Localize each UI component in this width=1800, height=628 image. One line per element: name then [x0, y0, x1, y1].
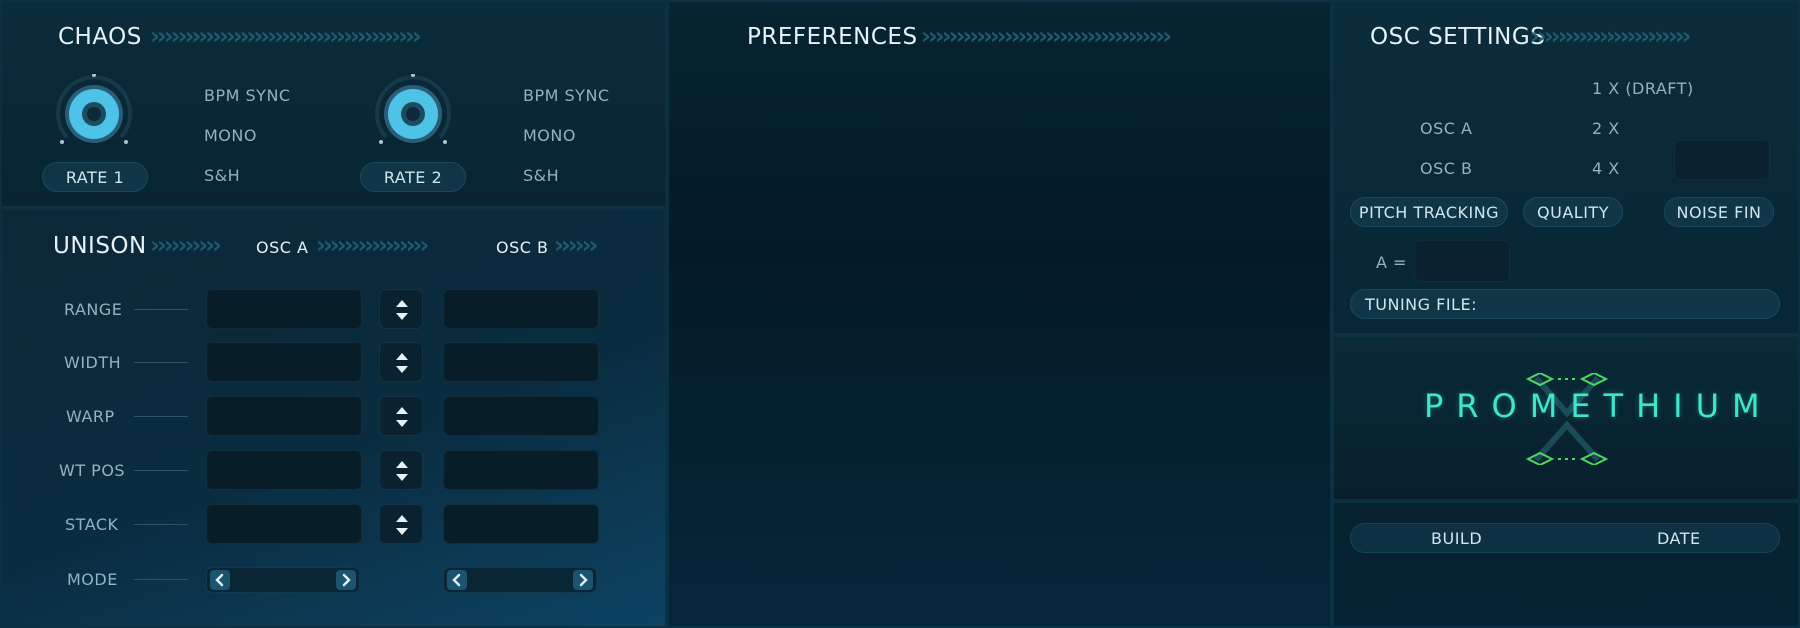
wt-pos-link-stepper[interactable] [379, 450, 423, 490]
row-divider [134, 524, 188, 525]
pitch-tracking-button[interactable]: PITCH TRACKING [1350, 197, 1508, 227]
wt-pos-osc-b-field[interactable] [443, 450, 599, 490]
quality-1x-option[interactable]: 1 X (DRAFT) [1592, 79, 1694, 98]
mode-osc-a-prev-button[interactable] [210, 570, 230, 590]
row-divider [134, 470, 188, 471]
wt-pos-label: WT POS [59, 461, 126, 480]
mode-osc-a-next-button[interactable] [336, 570, 356, 590]
range-label: RANGE [64, 300, 123, 319]
unison-osc-a-label: OSC A [256, 238, 309, 257]
osc-settings-title: OSC SETTINGS [1370, 24, 1546, 50]
unison-chevron-decoration-3: ›››››› [554, 231, 598, 259]
date-label: DATE [1657, 528, 1701, 548]
build-label: BUILD [1431, 528, 1483, 548]
prometheum-logo-text: PROMETHIUM [1424, 387, 1773, 425]
noise-fin-button[interactable]: NOISE FIN [1664, 197, 1774, 227]
logo-panel: PROMETHIUM [1332, 335, 1800, 501]
rate2-mono-toggle[interactable]: MONO [523, 126, 576, 145]
up-down-arrows-icon [396, 353, 408, 373]
range-link-stepper[interactable] [379, 289, 423, 329]
osc-settings-panel: OSC SETTINGS ››››››››››››››››››››››› 1 X… [1332, 0, 1800, 335]
row-divider [134, 416, 188, 417]
osc-b-label: OSC B [1420, 159, 1473, 178]
warp-osc-b-field[interactable] [443, 396, 599, 436]
preferences-chevron-decoration: ›››››››››››››››››››››››››››››››››››› [921, 22, 1172, 50]
rate2-bpm-sync-toggle[interactable]: BPM SYNC [523, 86, 610, 105]
warp-link-stepper[interactable] [379, 396, 423, 436]
preferences-panel: PREFERENCES ››››››››››››››››››››››››››››… [667, 0, 1332, 628]
quality-2x-option[interactable]: 2 X [1592, 119, 1620, 138]
osc-a-label: OSC A [1420, 119, 1473, 138]
wt-pos-osc-a-field[interactable] [206, 450, 362, 490]
unison-panel: UNISON ›››››››››› OSC A ››››››››››››››››… [0, 208, 667, 628]
rate1-bpm-sync-toggle[interactable]: BPM SYNC [204, 86, 291, 105]
row-divider [134, 362, 188, 363]
stack-label: STACK [65, 515, 119, 534]
mode-osc-a-selector[interactable] [206, 567, 360, 593]
width-osc-b-field[interactable] [443, 342, 599, 382]
a-tuning-label: A = [1376, 253, 1407, 272]
rate1-button[interactable]: RATE 1 [42, 162, 148, 192]
width-link-stepper[interactable] [379, 342, 423, 382]
range-osc-b-field[interactable] [443, 289, 599, 329]
stack-osc-b-field[interactable] [443, 504, 599, 544]
rate2-button[interactable]: RATE 2 [360, 162, 466, 192]
chevron-right-icon [342, 573, 351, 587]
width-osc-a-field[interactable] [206, 342, 362, 382]
mode-label: MODE [67, 570, 118, 589]
width-label: WIDTH [64, 353, 122, 372]
synth-preferences-screen: CHAOS ››››››››››››››››››››››››››››››››››… [0, 0, 1800, 628]
chaos-panel: CHAOS ››››››››››››››››››››››››››››››››››… [0, 0, 667, 208]
unison-chevron-decoration: ›››››››››› [150, 231, 222, 259]
unison-chevron-decoration-2: ›››››››››››››››› [316, 231, 429, 259]
unison-title: UNISON [53, 233, 147, 259]
preferences-title: PREFERENCES [747, 24, 918, 50]
row-divider [134, 579, 188, 580]
tuning-file-button[interactable]: TUNING FILE: [1350, 289, 1780, 319]
range-osc-a-field[interactable] [206, 289, 362, 329]
build-date-bar: BUILD DATE [1350, 523, 1780, 553]
chaos-title: CHAOS [58, 24, 142, 50]
chevron-left-icon [452, 573, 461, 587]
noise-fin-field[interactable] [1674, 140, 1770, 180]
chevron-right-icon [579, 573, 588, 587]
up-down-arrows-icon [396, 515, 408, 535]
chevron-left-icon [215, 573, 224, 587]
chaos-chevron-decoration: ››››››››››››››››››››››››››››››››››››››› [150, 22, 422, 50]
mode-osc-b-selector[interactable] [443, 567, 597, 593]
build-info-panel: BUILD DATE [1332, 501, 1800, 628]
up-down-arrows-icon [396, 300, 408, 320]
quality-4x-option[interactable]: 4 X [1592, 159, 1620, 178]
quality-button[interactable]: QUALITY [1523, 197, 1623, 227]
rate2-sh-toggle[interactable]: S&H [523, 166, 559, 185]
stack-osc-a-field[interactable] [206, 504, 362, 544]
rate1-sh-toggle[interactable]: S&H [204, 166, 240, 185]
rate2-knob[interactable] [373, 74, 453, 154]
up-down-arrows-icon [396, 407, 408, 427]
mode-osc-b-prev-button[interactable] [447, 570, 467, 590]
stack-link-stepper[interactable] [379, 504, 423, 544]
rate1-mono-toggle[interactable]: MONO [204, 126, 257, 145]
rate1-knob[interactable] [54, 74, 134, 154]
warp-label: WARP [66, 407, 115, 426]
osc-settings-chevron-decoration: ››››››››››››››››››››››› [1530, 22, 1691, 50]
mode-osc-b-next-button[interactable] [573, 570, 593, 590]
warp-osc-a-field[interactable] [206, 396, 362, 436]
unison-osc-b-label: OSC B [496, 238, 549, 257]
up-down-arrows-icon [396, 461, 408, 481]
row-divider [134, 309, 188, 310]
a-tuning-field[interactable] [1414, 240, 1510, 282]
